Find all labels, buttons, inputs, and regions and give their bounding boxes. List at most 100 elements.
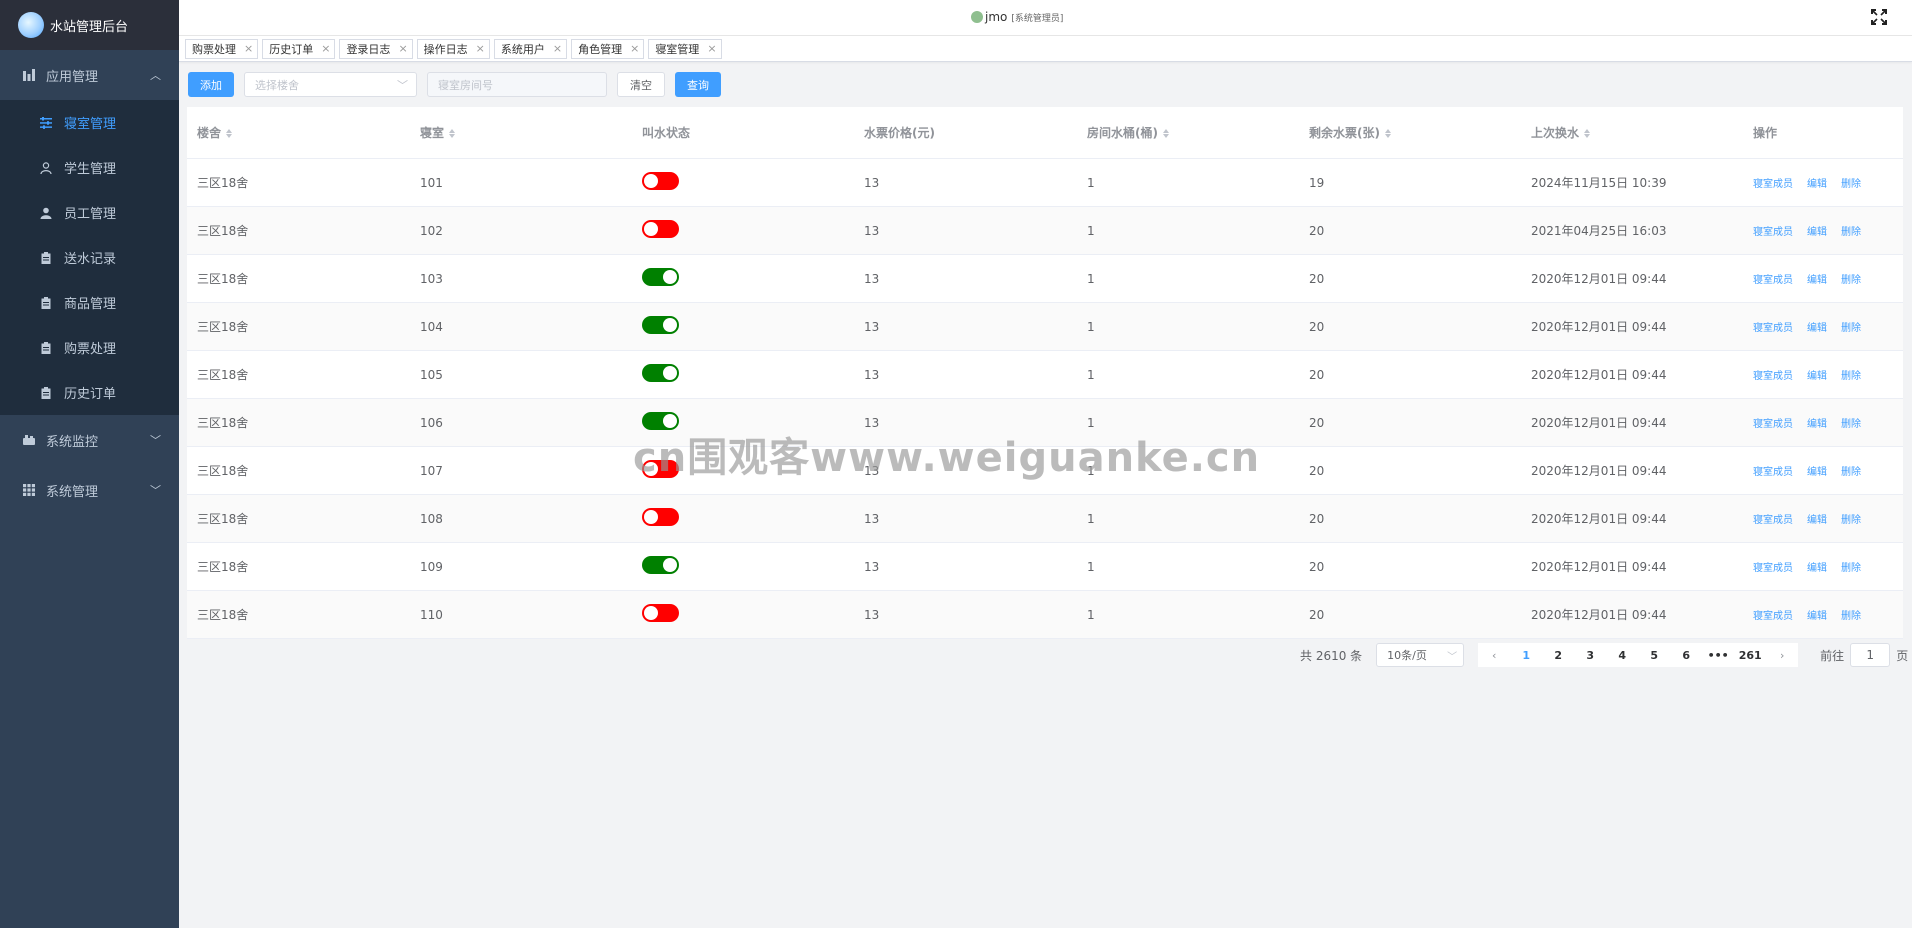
edit-link[interactable]: 编辑 <box>1807 419 1827 430</box>
status-toggle[interactable] <box>642 364 679 382</box>
clear-button[interactable]: 清空 <box>617 72 665 97</box>
page-last[interactable]: 261 <box>1734 649 1766 662</box>
sort-icon[interactable] <box>449 128 456 139</box>
close-icon[interactable]: × <box>398 42 407 55</box>
members-link[interactable]: 寝室成员 <box>1753 371 1793 382</box>
page-1[interactable]: 1 <box>1510 649 1542 662</box>
members-link[interactable]: 寝室成员 <box>1753 227 1793 238</box>
delete-link[interactable]: 删除 <box>1841 371 1861 382</box>
status-toggle[interactable] <box>642 268 679 286</box>
edit-link[interactable]: 编辑 <box>1807 275 1827 286</box>
edit-link[interactable]: 编辑 <box>1807 515 1827 526</box>
delete-link[interactable]: 删除 <box>1841 227 1861 238</box>
delete-link[interactable]: 删除 <box>1841 419 1861 430</box>
sort-icon[interactable] <box>1584 128 1591 139</box>
edit-link[interactable]: 编辑 <box>1807 611 1827 622</box>
status-toggle[interactable] <box>642 316 679 334</box>
close-icon[interactable]: × <box>630 42 639 55</box>
page-5[interactable]: 5 <box>1638 649 1670 662</box>
delete-link[interactable]: 删除 <box>1841 611 1861 622</box>
members-link[interactable]: 寝室成员 <box>1753 275 1793 286</box>
sidebar-item-goods[interactable]: 商品管理 <box>0 280 179 325</box>
members-link[interactable]: 寝室成员 <box>1753 419 1793 430</box>
members-link[interactable]: 寝室成员 <box>1753 323 1793 334</box>
fullscreen-icon[interactable] <box>1870 8 1888 26</box>
tag-role[interactable]: 角色管理 × <box>571 38 645 59</box>
members-link[interactable]: 寝室成员 <box>1753 179 1793 190</box>
cell-last-change: 2020年12月01日 09:44 <box>1531 560 1667 574</box>
user-menu[interactable]: jmo [系统管理员] <box>971 10 1063 24</box>
sort-icon[interactable] <box>226 128 233 139</box>
close-icon[interactable]: × <box>321 42 330 55</box>
close-icon[interactable]: × <box>707 42 716 55</box>
tag-op-log[interactable]: 操作日志 × <box>416 38 490 59</box>
delete-link[interactable]: 删除 <box>1841 515 1861 526</box>
delete-link[interactable]: 删除 <box>1841 563 1861 574</box>
sidebar-item-orders[interactable]: 历史订单 <box>0 370 179 415</box>
edit-link[interactable]: 编辑 <box>1807 371 1827 382</box>
delete-link[interactable]: 删除 <box>1841 275 1861 286</box>
sidebar-item-dorm[interactable]: 寝室管理 <box>0 100 179 145</box>
query-button[interactable]: 查询 <box>675 72 721 97</box>
next-page-icon[interactable]: › <box>1766 649 1798 662</box>
edit-link[interactable]: 编辑 <box>1807 323 1827 334</box>
tag-login-log[interactable]: 登录日志 × <box>339 38 413 59</box>
members-link[interactable]: 寝室成员 <box>1753 515 1793 526</box>
edit-link[interactable]: 编辑 <box>1807 179 1827 190</box>
status-toggle[interactable] <box>642 604 679 622</box>
sidebar-item-tickets[interactable]: 购票处理 <box>0 325 179 370</box>
col-last-change[interactable]: 上次换水 <box>1521 124 1743 141</box>
sidebar-item-delivery[interactable]: 送水记录 <box>0 235 179 280</box>
delete-link[interactable]: 删除 <box>1841 467 1861 478</box>
delete-link[interactable]: 删除 <box>1841 323 1861 334</box>
page-6[interactable]: 6 <box>1670 649 1702 662</box>
tag-tickets[interactable]: 购票处理 × <box>185 38 259 59</box>
sidebar-item-label: 历史订单 <box>64 387 117 402</box>
sort-icon[interactable] <box>1384 128 1391 139</box>
status-toggle[interactable] <box>642 508 679 526</box>
status-toggle[interactable] <box>642 556 679 574</box>
sidebar-item-students[interactable]: 学生管理 <box>0 145 179 190</box>
edit-link[interactable]: 编辑 <box>1807 467 1827 478</box>
page-size-select[interactable]: 10条/页 ﹀ <box>1376 643 1465 667</box>
building-select[interactable]: 选择楼舍 ﹀ <box>244 72 417 97</box>
tag-sys-user[interactable]: 系统用户 × <box>493 38 568 59</box>
sidebar-item-label: 送水记录 <box>64 252 117 267</box>
edit-link[interactable]: 编辑 <box>1807 227 1827 238</box>
sort-icon[interactable] <box>1162 128 1169 139</box>
tag-orders[interactable]: 历史订单 × <box>262 38 336 59</box>
members-link[interactable]: 寝室成员 <box>1753 467 1793 478</box>
col-tickets[interactable]: 剩余水票(张) <box>1299 124 1521 141</box>
menu-group-monitor[interactable]: 系统监控 ﹀ <box>0 415 179 465</box>
members-link[interactable]: 寝室成员 <box>1753 563 1793 574</box>
goto-input[interactable]: 1 <box>1850 643 1891 667</box>
delete-link[interactable]: 删除 <box>1841 179 1861 190</box>
toggle-knob <box>644 606 658 620</box>
sliders-icon <box>40 116 52 129</box>
edit-link[interactable]: 编辑 <box>1807 563 1827 574</box>
room-input[interactable]: 寝室房间号 <box>427 72 607 97</box>
members-link[interactable]: 寝室成员 <box>1753 611 1793 622</box>
table-body: 三区18舍 101 13 1 19 2024年11月15日 10:39 寝室成员 编辑 删除 三区… <box>187 159 1903 639</box>
col-building[interactable]: 楼舍 <box>187 124 410 141</box>
add-button[interactable]: 添加 <box>188 72 234 97</box>
close-icon[interactable]: × <box>244 42 253 55</box>
menu-group-system[interactable]: 系统管理 ﹀ <box>0 465 179 515</box>
menu-group-app[interactable]: 应用管理 ︿ <box>0 50 179 100</box>
more-pages-icon[interactable]: ••• <box>1702 649 1734 662</box>
building-placeholder: 选择楼舍 <box>255 78 299 92</box>
page-3[interactable]: 3 <box>1574 649 1606 662</box>
col-room[interactable]: 寝室 <box>410 124 632 141</box>
page-2[interactable]: 2 <box>1542 649 1574 662</box>
status-toggle[interactable] <box>642 172 679 190</box>
sidebar-item-staff[interactable]: 员工管理 <box>0 190 179 235</box>
close-icon[interactable]: × <box>553 42 562 55</box>
prev-page-icon[interactable]: ‹ <box>1478 649 1510 662</box>
tag-dorm[interactable]: 寝室管理 × <box>648 38 722 59</box>
chevron-up-icon: ︿ <box>150 69 161 82</box>
close-icon[interactable]: × <box>476 42 485 55</box>
page-4[interactable]: 4 <box>1606 649 1638 662</box>
col-buckets[interactable]: 房间水桶(桶) <box>1077 124 1299 141</box>
status-toggle[interactable] <box>642 220 679 238</box>
table-header: 楼舍 寝室 叫水状态 水票价格(元) 房间水桶(桶) 剩余水票(张) 上次换水 … <box>187 107 1903 159</box>
